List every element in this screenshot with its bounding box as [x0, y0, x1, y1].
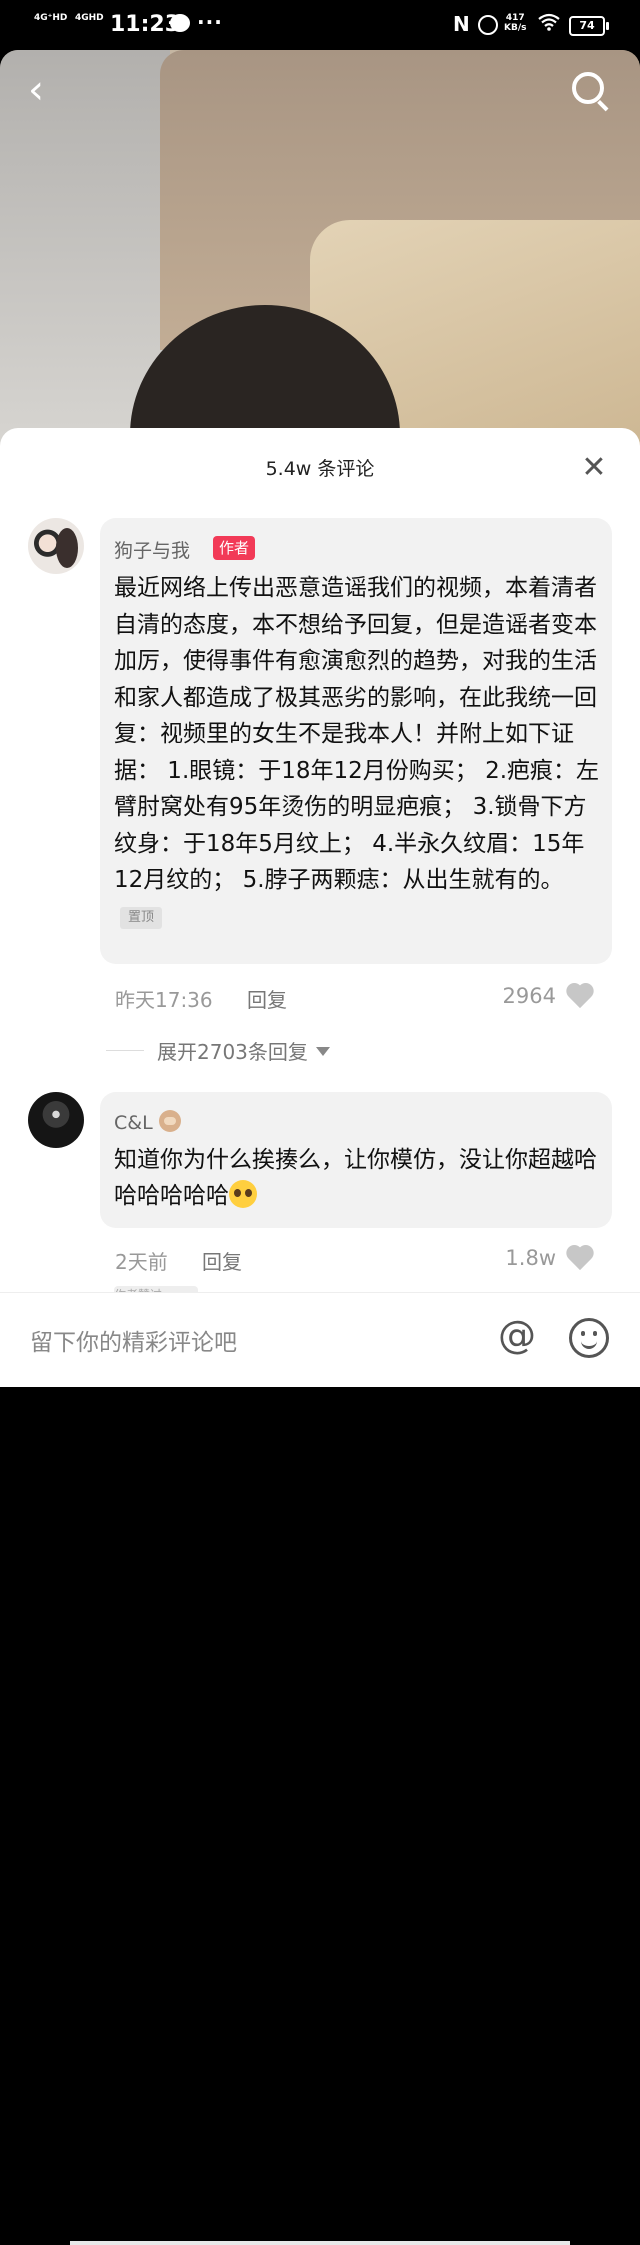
chevron-down-icon [315, 1047, 330, 1056]
avatar[interactable] [28, 518, 84, 574]
network-indicator-1: 4G⁺HD [34, 13, 68, 23]
more-notifications-icon: ··· [197, 10, 223, 34]
network-indicator-2: 4GHD [75, 13, 104, 23]
avatar[interactable] [28, 1092, 84, 1148]
network-speed: 417 KB/s [504, 13, 526, 33]
comment-username[interactable]: 狗子与我 [114, 536, 190, 563]
pinned-badge: 置顶 [120, 906, 163, 929]
wifi-icon [538, 13, 560, 36]
network-speed-value: 417 [505, 13, 525, 23]
author-badge: 作者 [213, 536, 256, 560]
expand-replies-button[interactable]: 展开2703条回复 [157, 1036, 330, 1065]
heart-icon[interactable] [567, 984, 595, 1010]
comment-bubble[interactable]: 狗子与我 作者 最近网络上传出恶意造谣我们的视频，本着清者自清的态度，本不想给予… [100, 518, 612, 964]
divider [106, 1050, 144, 1051]
heart-icon[interactable] [567, 1246, 595, 1272]
nfc-icon: N [453, 12, 470, 36]
wechat-notification-icon [170, 14, 190, 32]
comment-text: 知道你为什么挨揍么，让你模仿，没让你超越哈哈哈哈哈哈 [114, 1142, 600, 1214]
comment-username-text: C&L [114, 1112, 153, 1134]
battery-icon: 74 [569, 16, 609, 36]
comment-input-bar[interactable]: 留下你的精彩评论吧 @ [0, 1292, 640, 2245]
comment-time: 2天前 [115, 1250, 168, 1274]
alarm-icon [478, 15, 498, 35]
status-bar: 4G⁺HD 4GHD 11:23 ··· N 417 KB/s 74 [0, 0, 640, 50]
comment-body: 知道你为什么挨揍么，让你模仿，没让你超越哈哈哈哈哈哈 [114, 1147, 597, 1209]
video-player[interactable]: ‹ [0, 50, 640, 450]
like-count: 2964 [502, 984, 556, 1008]
reply-button[interactable]: 回复 [247, 984, 287, 1013]
monkey-emoji-icon [158, 1110, 181, 1132]
close-icon[interactable]: ✕ [580, 453, 608, 483]
expand-replies-label: 展开2703条回复 [157, 1040, 308, 1064]
comment-bubble[interactable]: C&L 知道你为什么挨揍么，让你模仿，没让你超越哈哈哈哈哈哈 [100, 1092, 612, 1228]
comment-sheet: 5.4w 条评论 ✕ 狗子与我 作者 最近网络上传出恶意造谣我们的视频，本着清者… [0, 428, 640, 2245]
back-arrow-icon[interactable]: ‹ [28, 70, 44, 110]
comment-time: 昨天17:36 [115, 988, 213, 1012]
gesture-bar [70, 2241, 570, 2245]
at-mention-icon[interactable]: @ [498, 1315, 536, 1355]
comment-username[interactable]: C&L [114, 1110, 181, 1134]
search-icon[interactable] [572, 72, 604, 104]
comment-body: 最近网络上传出恶意造谣我们的视频，本着清者自清的态度，本不想给予回复，但是造谣者… [114, 575, 600, 893]
comment-count-title: 5.4w 条评论 [265, 458, 375, 480]
comment-text: 最近网络上传出恶意造谣我们的视频，本着清者自清的态度，本不想给予回复，但是造谣者… [114, 570, 600, 935]
comment-input[interactable]: 留下你的精彩评论吧 [30, 1323, 237, 1357]
pleading-face-emoji-icon [229, 1180, 257, 1208]
smiley-icon[interactable] [569, 1318, 609, 1358]
reply-button[interactable]: 回复 [202, 1246, 242, 1275]
network-speed-unit: KB/s [504, 23, 527, 33]
like-count: 1.8w [505, 1246, 556, 1270]
